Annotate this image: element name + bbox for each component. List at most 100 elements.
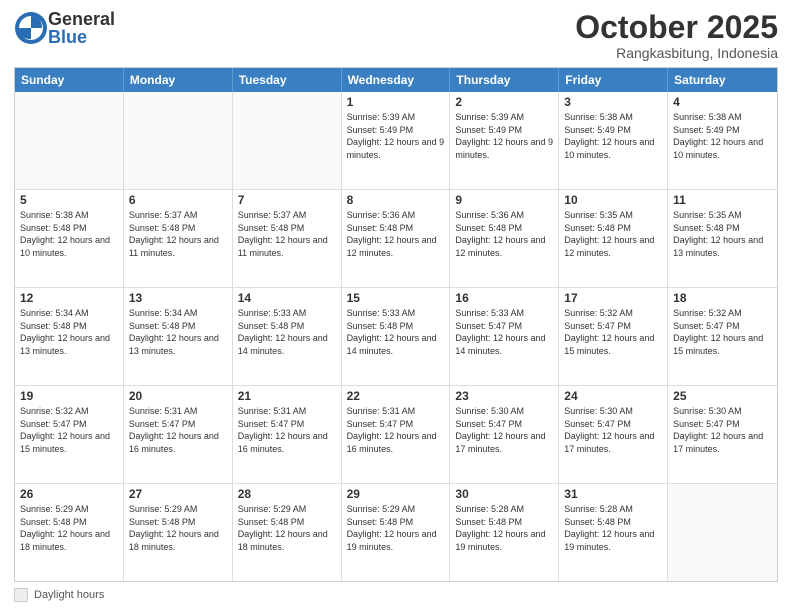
cal-cell-day-10: 10 Sunrise: 5:35 AM Sunset: 5:48 PM Dayli…	[559, 190, 668, 287]
day-info: Sunrise: 5:31 AM Sunset: 5:47 PM Dayligh…	[238, 405, 336, 455]
day-number: 22	[347, 389, 445, 403]
day-info: Sunrise: 5:39 AM Sunset: 5:49 PM Dayligh…	[347, 111, 445, 161]
day-info: Sunrise: 5:29 AM Sunset: 5:48 PM Dayligh…	[238, 503, 336, 553]
cal-header-thursday: Thursday	[450, 68, 559, 92]
cal-cell-day-21: 21 Sunrise: 5:31 AM Sunset: 5:47 PM Dayli…	[233, 386, 342, 483]
cal-row: 19Sunrise: 5:32 AM Sunset: 5:47 PM Dayli…	[15, 385, 777, 483]
logo-icon	[14, 11, 48, 45]
day-info: Sunrise: 5:28 AM Sunset: 5:48 PM Dayligh…	[564, 503, 662, 553]
day-info: Sunrise: 5:32 AM Sunset: 5:47 PM Dayligh…	[564, 307, 662, 357]
day-number: 26	[20, 487, 118, 501]
day-number: 12	[20, 291, 118, 305]
day-info: Sunrise: 5:35 AM Sunset: 5:48 PM Dayligh…	[564, 209, 662, 259]
day-number: 27	[129, 487, 227, 501]
day-number: 31	[564, 487, 662, 501]
day-info: Sunrise: 5:31 AM Sunset: 5:47 PM Dayligh…	[129, 405, 227, 455]
cal-header-saturday: Saturday	[668, 68, 777, 92]
cal-cell-day-26: 26 Sunrise: 5:29 AM Sunset: 5:48 PM Dayli…	[15, 484, 124, 581]
cal-cell-day-5: 5 Sunrise: 5:38 AM Sunset: 5:48 PM Daylig…	[15, 190, 124, 287]
cal-cell-day-1: 1 Sunrise: 5:39 AM Sunset: 5:49 PM Daylig…	[342, 92, 451, 189]
cal-cell-day-17: 17Sunrise: 5:32 AM Sunset: 5:47 PM Dayli…	[559, 288, 668, 385]
day-info: Sunrise: 5:36 AM Sunset: 5:48 PM Dayligh…	[455, 209, 553, 259]
cal-cell-day-22: 22 Sunrise: 5:31 AM Sunset: 5:47 PM Dayli…	[342, 386, 451, 483]
day-number: 29	[347, 487, 445, 501]
calendar-header: SundayMondayTuesdayWednesdayThursdayFrid…	[15, 68, 777, 92]
footer: Daylight hours	[14, 588, 778, 602]
day-number: 14	[238, 291, 336, 305]
day-info: Sunrise: 5:29 AM Sunset: 5:48 PM Dayligh…	[20, 503, 118, 553]
day-info: Sunrise: 5:37 AM Sunset: 5:48 PM Dayligh…	[238, 209, 336, 259]
cal-cell-day-8: 8Sunrise: 5:36 AM Sunset: 5:48 PM Daylig…	[342, 190, 451, 287]
day-info: Sunrise: 5:33 AM Sunset: 5:48 PM Dayligh…	[347, 307, 445, 357]
cal-header-tuesday: Tuesday	[233, 68, 342, 92]
day-info: Sunrise: 5:38 AM Sunset: 5:49 PM Dayligh…	[673, 111, 772, 161]
day-number: 7	[238, 193, 336, 207]
cal-cell-day-4: 4 Sunrise: 5:38 AM Sunset: 5:49 PM Daylig…	[668, 92, 777, 189]
day-info: Sunrise: 5:38 AM Sunset: 5:48 PM Dayligh…	[20, 209, 118, 259]
cal-cell-day-29: 29 Sunrise: 5:29 AM Sunset: 5:48 PM Dayli…	[342, 484, 451, 581]
cal-cell-day-18: 18 Sunrise: 5:32 AM Sunset: 5:47 PM Dayli…	[668, 288, 777, 385]
cal-row: 26 Sunrise: 5:29 AM Sunset: 5:48 PM Dayli…	[15, 483, 777, 581]
day-info: Sunrise: 5:34 AM Sunset: 5:48 PM Dayligh…	[20, 307, 118, 357]
cal-cell-day-6: 6Sunrise: 5:37 AM Sunset: 5:48 PM Daylig…	[124, 190, 233, 287]
day-number: 23	[455, 389, 553, 403]
day-info: Sunrise: 5:33 AM Sunset: 5:47 PM Dayligh…	[455, 307, 553, 357]
day-info: Sunrise: 5:35 AM Sunset: 5:48 PM Dayligh…	[673, 209, 772, 259]
day-info: Sunrise: 5:30 AM Sunset: 5:47 PM Dayligh…	[673, 405, 772, 455]
cal-cell-day-25: 25Sunrise: 5:30 AM Sunset: 5:47 PM Dayli…	[668, 386, 777, 483]
day-info: Sunrise: 5:33 AM Sunset: 5:48 PM Dayligh…	[238, 307, 336, 357]
logo-general-text: General	[48, 10, 115, 28]
day-info: Sunrise: 5:28 AM Sunset: 5:48 PM Dayligh…	[455, 503, 553, 553]
cal-row: 1 Sunrise: 5:39 AM Sunset: 5:49 PM Daylig…	[15, 92, 777, 189]
day-number: 16	[455, 291, 553, 305]
cal-row: 12 Sunrise: 5:34 AM Sunset: 5:48 PM Dayli…	[15, 287, 777, 385]
location-subtitle: Rangkasbitung, Indonesia	[575, 45, 778, 61]
cal-cell-day-23: 23 Sunrise: 5:30 AM Sunset: 5:47 PM Dayli…	[450, 386, 559, 483]
day-number: 2	[455, 95, 553, 109]
day-number: 18	[673, 291, 772, 305]
day-number: 28	[238, 487, 336, 501]
cal-cell-day-19: 19Sunrise: 5:32 AM Sunset: 5:47 PM Dayli…	[15, 386, 124, 483]
day-info: Sunrise: 5:29 AM Sunset: 5:48 PM Dayligh…	[347, 503, 445, 553]
day-info: Sunrise: 5:36 AM Sunset: 5:48 PM Dayligh…	[347, 209, 445, 259]
logo-text: General Blue	[48, 10, 115, 46]
cal-header-sunday: Sunday	[15, 68, 124, 92]
day-info: Sunrise: 5:30 AM Sunset: 5:47 PM Dayligh…	[564, 405, 662, 455]
day-number: 1	[347, 95, 445, 109]
cal-header-monday: Monday	[124, 68, 233, 92]
day-number: 24	[564, 389, 662, 403]
day-number: 11	[673, 193, 772, 207]
day-number: 15	[347, 291, 445, 305]
day-info: Sunrise: 5:32 AM Sunset: 5:47 PM Dayligh…	[20, 405, 118, 455]
cal-cell-day-13: 13Sunrise: 5:34 AM Sunset: 5:48 PM Dayli…	[124, 288, 233, 385]
day-number: 30	[455, 487, 553, 501]
cal-cell-day-9: 9Sunrise: 5:36 AM Sunset: 5:48 PM Daylig…	[450, 190, 559, 287]
day-info: Sunrise: 5:29 AM Sunset: 5:48 PM Dayligh…	[129, 503, 227, 553]
day-number: 10	[564, 193, 662, 207]
cal-cell-day-14: 14 Sunrise: 5:33 AM Sunset: 5:48 PM Dayli…	[233, 288, 342, 385]
day-number: 4	[673, 95, 772, 109]
day-info: Sunrise: 5:30 AM Sunset: 5:47 PM Dayligh…	[455, 405, 553, 455]
day-info: Sunrise: 5:37 AM Sunset: 5:48 PM Dayligh…	[129, 209, 227, 259]
footer-label: Daylight hours	[34, 589, 104, 601]
cal-cell-day-27: 27 Sunrise: 5:29 AM Sunset: 5:48 PM Dayli…	[124, 484, 233, 581]
cal-cell-day-3: 3Sunrise: 5:38 AM Sunset: 5:49 PM Daylig…	[559, 92, 668, 189]
cal-cell-day-12: 12 Sunrise: 5:34 AM Sunset: 5:48 PM Dayli…	[15, 288, 124, 385]
cal-cell-day-15: 15 Sunrise: 5:33 AM Sunset: 5:48 PM Dayli…	[342, 288, 451, 385]
day-number: 5	[20, 193, 118, 207]
cal-cell-day-28: 28 Sunrise: 5:29 AM Sunset: 5:48 PM Dayli…	[233, 484, 342, 581]
day-number: 21	[238, 389, 336, 403]
day-info: Sunrise: 5:34 AM Sunset: 5:48 PM Dayligh…	[129, 307, 227, 357]
cal-cell-day-31: 31 Sunrise: 5:28 AM Sunset: 5:48 PM Dayli…	[559, 484, 668, 581]
cal-cell-empty	[233, 92, 342, 189]
day-info: Sunrise: 5:32 AM Sunset: 5:47 PM Dayligh…	[673, 307, 772, 357]
cal-cell-day-7: 7 Sunrise: 5:37 AM Sunset: 5:48 PM Daylig…	[233, 190, 342, 287]
cal-row: 5 Sunrise: 5:38 AM Sunset: 5:48 PM Daylig…	[15, 189, 777, 287]
day-info: Sunrise: 5:31 AM Sunset: 5:47 PM Dayligh…	[347, 405, 445, 455]
header: General Blue October 2025 Rangkasbitung,…	[14, 10, 778, 61]
day-number: 3	[564, 95, 662, 109]
cal-cell-empty	[15, 92, 124, 189]
cal-header-wednesday: Wednesday	[342, 68, 451, 92]
page: General Blue October 2025 Rangkasbitung,…	[0, 0, 792, 612]
month-title: October 2025	[575, 10, 778, 45]
